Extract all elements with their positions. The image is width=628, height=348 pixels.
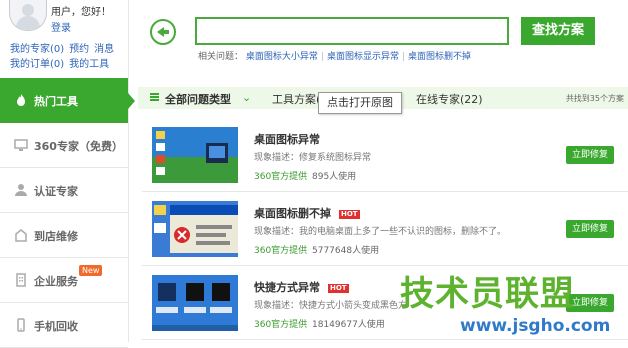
result-provider: 360官方提供 [254, 172, 308, 182]
result-count: 共找到35个方案 [565, 94, 624, 103]
building-icon [14, 273, 28, 287]
sidebar-item-phone-recycle[interactable]: 手机回收 [0, 303, 128, 348]
result-provider: 360官方提供 [254, 246, 308, 256]
result-usage: 5777648人使用 [312, 246, 380, 256]
result-usage: 895人使用 [312, 172, 357, 182]
list-icon [150, 93, 159, 102]
find-solution-button[interactable]: 查找方案 [521, 17, 595, 45]
chevron-down-icon[interactable]: ⌄ [242, 91, 251, 104]
my-tools-link[interactable]: 我的工具 [69, 59, 109, 70]
store-icon [14, 228, 28, 242]
related-link[interactable]: 桌面图标大小异常 [246, 52, 318, 62]
result-description: 现象描述：修复系统图标异常 [254, 153, 372, 163]
watermark-title: 技术员联盟 [400, 274, 575, 314]
watermark-url: www.jsgho.com [460, 316, 611, 336]
user-panel: 用户，您好！ 登录 我的专家(0) 预约 消息 我的订单(0) 我的工具 [0, 0, 128, 74]
sidebar-item-certified-expert[interactable]: 认证专家 [0, 168, 128, 213]
active-pointer [128, 93, 135, 109]
sidebar-menu: 热门工具 360专家（免费） 认证专家 到店维修 企业服务 New 手机回收 [0, 78, 135, 348]
login-link[interactable]: 登录 [51, 19, 71, 34]
user-links: 我的专家(0) 预约 消息 我的订单(0) 我的工具 [10, 42, 128, 72]
result-title[interactable]: 桌面图标异常 [254, 131, 320, 147]
sidebar-item-360-expert[interactable]: 360专家（免费） [0, 123, 128, 168]
related-link[interactable]: 桌面图标显示异常 [327, 52, 399, 62]
result-provider: 360官方提供 [254, 320, 308, 330]
sidebar-item-label: 到店维修 [34, 230, 78, 243]
search-input[interactable] [195, 17, 509, 45]
sidebar-item-label: 企业服务 [34, 275, 78, 288]
messages-link[interactable]: 消息 [94, 44, 114, 55]
monitor-icon [14, 138, 28, 152]
all-types-dropdown[interactable]: 全部问题类型 [165, 91, 231, 107]
result-title[interactable]: 桌面图标删不掉 HOT [254, 205, 360, 221]
user-greeting: 用户，您好！ [51, 7, 111, 18]
result-thumbnail[interactable] [152, 127, 238, 183]
related-label: 相关问题： [198, 52, 244, 62]
result-title[interactable]: 快捷方式异常 HOT [254, 279, 349, 295]
list-item: 桌面图标异常 现象描述：修复系统图标异常 360官方提供 895人使用 立即修复 [142, 118, 628, 192]
tooltip-open-image: 点击打开原图 [318, 92, 402, 114]
phone-icon [14, 318, 28, 332]
result-description: 现象描述：我的电脑桌面上多了一些不认识的图标，删除不了。 [254, 227, 507, 237]
sidebar-item-label: 360专家（免费） [34, 140, 123, 153]
person-icon [14, 183, 28, 197]
sidebar-item-store-repair[interactable]: 到店维修 [0, 213, 128, 258]
result-usage: 18149677人使用 [312, 320, 385, 330]
fire-icon [14, 93, 28, 107]
fix-now-button[interactable]: 立即修复 [566, 220, 614, 238]
appointment-link[interactable]: 预约 [69, 44, 89, 55]
result-thumbnail[interactable] [152, 275, 238, 331]
sidebar-item-enterprise[interactable]: 企业服务 New [0, 258, 128, 303]
avatar[interactable] [9, 0, 47, 31]
related-questions: 相关问题： 桌面图标大小异常 | 桌面图标显示异常 | 桌面图标删不掉 [198, 52, 472, 62]
my-orders-link[interactable]: 我的订单(0) [10, 59, 64, 70]
sidebar-item-label: 热门工具 [34, 95, 78, 108]
fix-now-button[interactable]: 立即修复 [566, 146, 614, 164]
result-thumbnail[interactable] [152, 201, 238, 257]
sidebar: 用户，您好！ 登录 我的专家(0) 预约 消息 我的订单(0) 我的工具 热门工具 3… [0, 0, 135, 348]
list-item: 桌面图标删不掉 HOT 现象描述：我的电脑桌面上多了一些不认识的图标，删除不了。 … [142, 192, 628, 266]
hot-badge: HOT [339, 210, 360, 219]
my-experts-link[interactable]: 我的专家(0) [10, 44, 64, 55]
hot-badge: HOT [328, 284, 349, 293]
sidebar-item-hot-tools[interactable]: 热门工具 [0, 78, 135, 123]
sidebar-item-label: 认证专家 [34, 185, 78, 198]
watermark: 技术员联盟 www.jsgho.com [398, 266, 628, 342]
back-arrow-icon[interactable] [150, 19, 176, 45]
related-link[interactable]: 桌面图标删不掉 [408, 52, 471, 62]
new-badge: New [79, 265, 103, 276]
result-description: 现象描述：快捷方式小箭头变成黑色方 [254, 301, 408, 311]
tab-online-experts[interactable]: 在线专家(22) [416, 91, 483, 107]
sidebar-item-label: 手机回收 [34, 320, 78, 333]
